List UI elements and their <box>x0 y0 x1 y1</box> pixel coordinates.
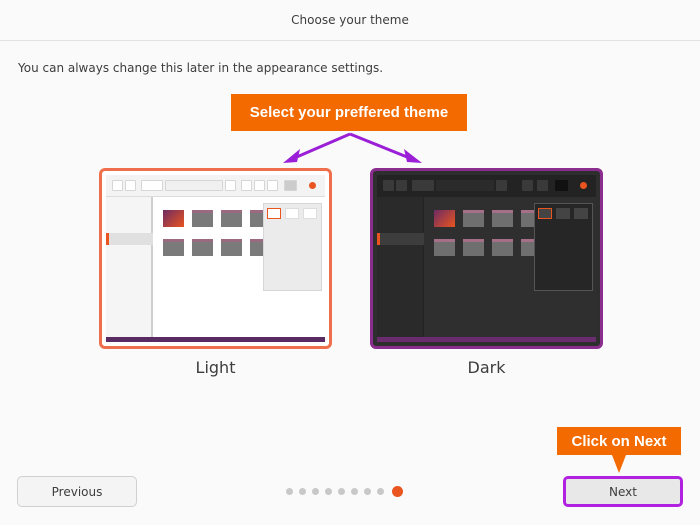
preview-path-segment <box>141 180 163 191</box>
preview-folder <box>221 210 242 227</box>
preview-back-button <box>383 180 394 191</box>
preview-path-bar <box>436 180 494 191</box>
next-button-label: Next <box>609 484 637 499</box>
preview-popover-swatch <box>267 208 281 219</box>
arrow-to-dark <box>349 132 413 161</box>
preview-toolbar <box>106 175 325 197</box>
page-dot <box>325 488 332 495</box>
preview-folder <box>221 239 242 256</box>
preview-popover <box>534 203 593 291</box>
light-theme-label[interactable]: Light <box>99 358 332 377</box>
preview-popover-swatch <box>538 208 552 219</box>
preview-close-dot <box>580 182 587 189</box>
preview-folder <box>163 239 184 256</box>
page-indicator <box>286 486 403 497</box>
dark-theme-option[interactable] <box>370 168 603 349</box>
preview-sidebar <box>106 197 153 337</box>
page-dot-current <box>392 486 403 497</box>
preview-sidebar <box>377 197 424 337</box>
preview-folder <box>463 210 484 227</box>
click-next-callout-tail <box>612 455 626 473</box>
preview-sort-button <box>537 180 548 191</box>
light-theme-option[interactable] <box>99 168 332 349</box>
dark-theme-preview <box>377 175 596 342</box>
preview-search-button <box>225 180 236 191</box>
preview-popover <box>263 203 322 291</box>
select-theme-callout: Select your preffered theme <box>231 94 467 131</box>
light-theme-preview <box>106 175 325 342</box>
preview-folder <box>192 210 213 227</box>
preview-forward-button <box>125 180 136 191</box>
page-title: Choose your theme <box>291 13 409 27</box>
previous-button[interactable]: Previous <box>17 476 137 507</box>
click-next-callout-text: Click on Next <box>571 432 667 450</box>
preview-back-button <box>112 180 123 191</box>
page-dot <box>351 488 358 495</box>
page-dot <box>299 488 306 495</box>
preview-search-button <box>496 180 507 191</box>
page-dot <box>312 488 319 495</box>
preview-file-image <box>163 210 184 227</box>
page-dot <box>377 488 384 495</box>
page-dot <box>338 488 345 495</box>
preview-forward-button <box>396 180 407 191</box>
preview-popover-swatch <box>303 208 317 219</box>
preview-file-image <box>434 210 455 227</box>
preview-path-segment <box>412 180 434 191</box>
header-bar: Choose your theme <box>0 0 700 41</box>
preview-folder <box>463 239 484 256</box>
preview-path-bar <box>165 180 223 191</box>
preview-sort-button <box>254 180 265 191</box>
preview-popover-swatch <box>556 208 570 219</box>
next-button[interactable]: Next <box>563 476 683 507</box>
preview-folder <box>192 239 213 256</box>
preview-close-dot <box>309 182 316 189</box>
subtitle-text: You can always change this later in the … <box>18 61 384 75</box>
arrow-to-light <box>291 132 351 161</box>
preview-folder <box>492 210 513 227</box>
dark-theme-label[interactable]: Dark <box>370 358 603 377</box>
previous-button-label: Previous <box>51 484 103 499</box>
preview-menu-button <box>555 180 568 191</box>
preview-grid-button <box>267 180 278 191</box>
arrowhead-dark <box>404 149 422 163</box>
arrowhead-light <box>283 149 300 163</box>
preview-sidebar-selected <box>106 233 153 245</box>
preview-folder <box>434 239 455 256</box>
preview-sidebar-selected <box>377 233 424 245</box>
page-dot <box>286 488 293 495</box>
select-theme-callout-text: Select your preffered theme <box>249 104 449 121</box>
preview-toolbar <box>377 175 596 197</box>
preview-popover-swatch <box>574 208 588 219</box>
preview-folder <box>492 239 513 256</box>
preview-view-button <box>522 180 533 191</box>
preview-view-button <box>241 180 252 191</box>
page-dot <box>364 488 371 495</box>
preview-popover-swatch <box>285 208 299 219</box>
click-next-callout: Click on Next <box>557 427 681 455</box>
preview-menu-button <box>284 180 297 191</box>
